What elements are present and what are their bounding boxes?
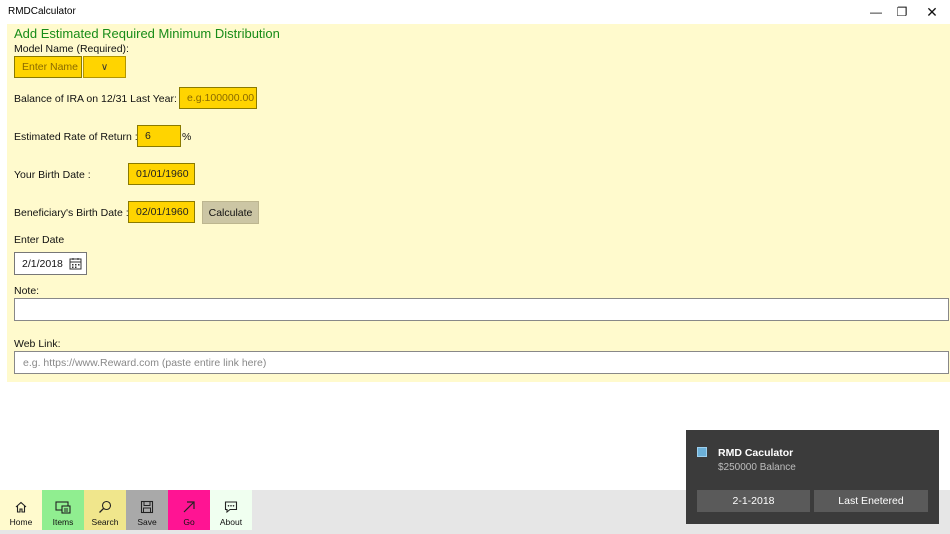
note-input[interactable] <box>14 298 949 321</box>
save-button[interactable]: Save <box>126 490 168 530</box>
search-button[interactable]: Search <box>84 490 126 530</box>
calendar-icon <box>69 257 82 273</box>
app-icon <box>697 447 707 457</box>
search-label: Search <box>91 517 119 527</box>
title-bar: RMDCalculator — ❐ ✕ <box>0 0 950 24</box>
window-title: RMDCalculator <box>8 6 76 17</box>
web-link-label: Web Link: <box>14 338 61 350</box>
items-icon <box>55 501 71 514</box>
home-icon <box>15 501 27 513</box>
about-label: About <box>219 517 243 527</box>
rate-unit: % <box>182 131 192 143</box>
balance-label: Balance of IRA on 12/31 Last Year: $ <box>14 93 186 105</box>
calculate-button[interactable]: Calculate <box>202 201 259 224</box>
toast-title: RMD Caculator <box>718 447 794 459</box>
balance-input[interactable]: e.g.100000.00 <box>179 87 257 109</box>
beneficiary-birth-input[interactable]: 02/01/1960 <box>128 201 195 223</box>
save-label: Save <box>137 517 157 527</box>
birth-date-input[interactable]: 01/01/1960 <box>128 163 195 185</box>
toast-body: $250000 Balance <box>718 462 796 473</box>
enter-date-value: 2/1/2018 <box>22 257 63 270</box>
items-label: Items <box>52 517 74 527</box>
model-name-input[interactable]: Enter Name <box>14 56 82 78</box>
toast-notification[interactable]: RMD Caculator $250000 Balance 2-1-2018 L… <box>686 430 939 524</box>
note-label: Note: <box>14 285 40 297</box>
toast-date-button[interactable]: 2-1-2018 <box>697 490 810 512</box>
chevron-down-icon: ∨ <box>100 61 109 73</box>
enter-date-picker[interactable]: 2/1/2018 <box>14 252 87 275</box>
close-button[interactable]: ✕ <box>914 0 950 24</box>
model-name-dropdown[interactable]: ∨ <box>83 56 126 78</box>
model-name-label: Model Name (Required): <box>14 43 129 55</box>
go-label: Go <box>183 517 195 527</box>
home-label: Home <box>9 517 33 527</box>
enter-date-label: Enter Date <box>14 234 65 246</box>
rate-input[interactable]: 6 <box>137 125 181 147</box>
beneficiary-birth-label: Beneficiary's Birth Date : <box>14 207 129 219</box>
birth-date-label: Your Birth Date : <box>14 169 91 181</box>
toast-last-entered-button[interactable]: Last Enetered <box>814 490 928 512</box>
save-icon <box>140 500 154 514</box>
web-link-input[interactable]: e.g. https://www.Reward.com (paste entir… <box>14 351 949 374</box>
chat-icon <box>224 501 238 514</box>
go-arrow-icon <box>183 501 195 513</box>
about-button[interactable]: About <box>210 490 252 530</box>
home-button[interactable]: Home <box>0 490 42 530</box>
go-button[interactable]: Go <box>168 490 210 530</box>
rate-label: Estimated Rate of Return : <box>14 131 138 143</box>
form-heading: Add Estimated Required Minimum Distribut… <box>14 26 280 41</box>
search-icon <box>99 500 112 513</box>
items-button[interactable]: Items <box>42 490 84 530</box>
rmd-form-panel: Add Estimated Required Minimum Distribut… <box>7 24 950 382</box>
